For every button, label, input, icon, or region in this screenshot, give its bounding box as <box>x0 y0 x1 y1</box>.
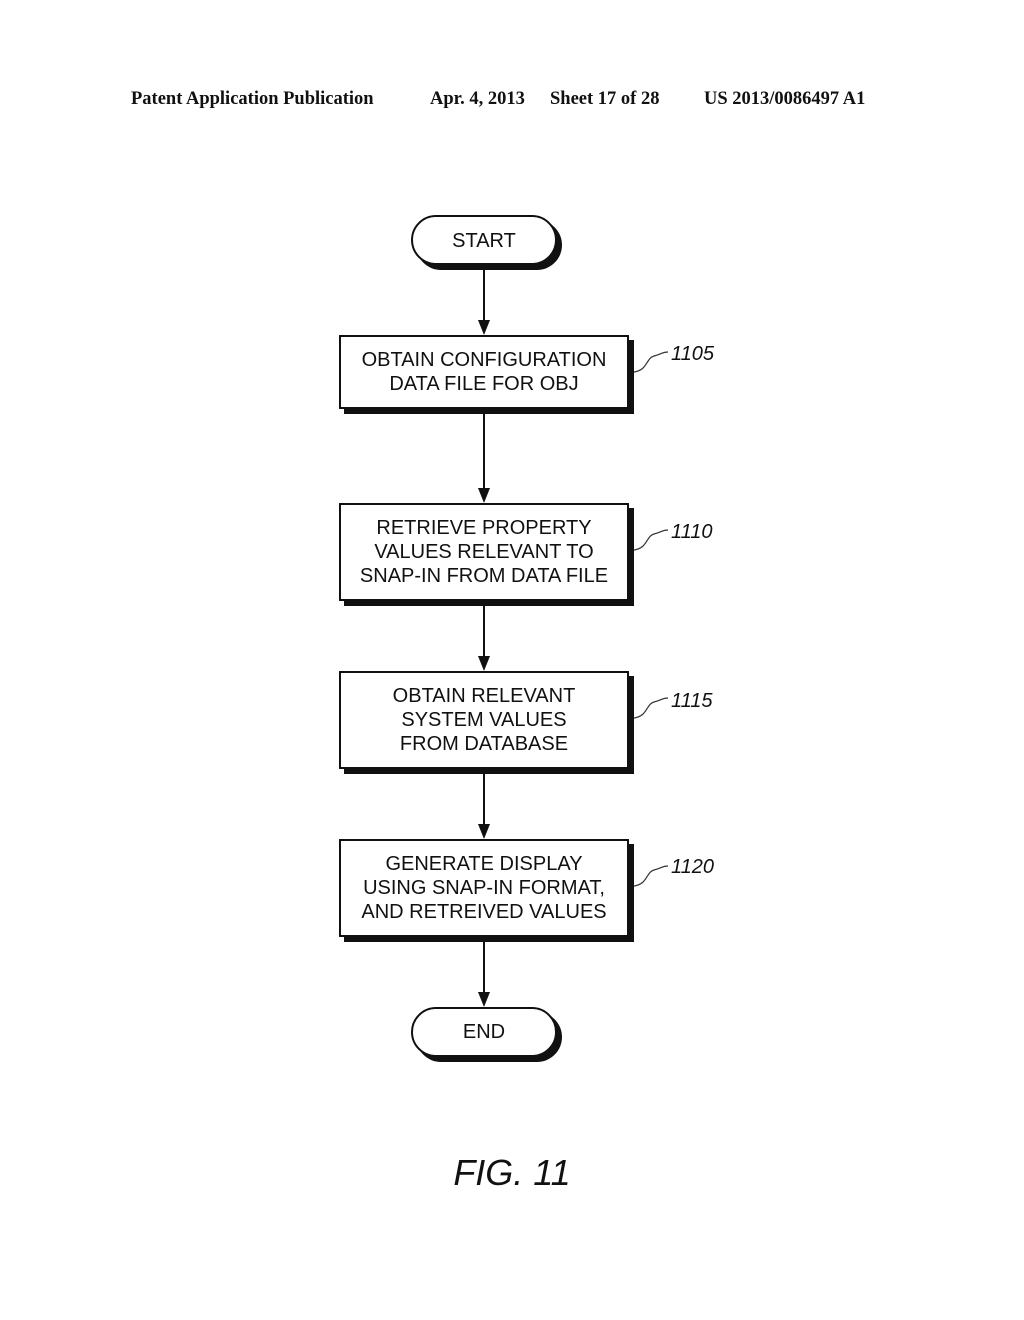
step-line: FROM DATABASE <box>399 733 569 755</box>
ref-numeral-1115: 1115 <box>671 690 713 712</box>
arrow-1110-to-1115 <box>478 601 490 671</box>
arrow-1105-to-1110 <box>478 409 490 503</box>
step-line: SYSTEM VALUES <box>401 709 567 731</box>
step-line: RETRIEVE PROPERTY <box>376 517 592 539</box>
step-line: OBTAIN CONFIGURATION <box>361 349 607 371</box>
flowchart-diagram <box>339 215 669 1062</box>
step-line: SNAP-IN FROM DATA FILE <box>359 565 609 587</box>
step-text-1105: OBTAIN CONFIGURATION DATA FILE FOR OBJ <box>340 348 628 396</box>
step-line: GENERATE DISPLAY <box>385 853 583 875</box>
step-text-1115: OBTAIN RELEVANT SYSTEM VALUES FROM DATAB… <box>340 684 628 756</box>
figure-label: FIG. 11 <box>453 1152 571 1193</box>
arrow-start-to-1105 <box>478 265 490 335</box>
leader-line-1115 <box>633 697 669 719</box>
leader-line-1120 <box>633 865 669 887</box>
arrow-1115-to-1120 <box>478 769 490 839</box>
step-line: OBTAIN RELEVANT <box>392 685 576 707</box>
ref-numeral-1105: 1105 <box>671 343 715 365</box>
leader-line-1110 <box>633 529 669 551</box>
end-label: END <box>462 1021 506 1043</box>
arrow-1120-to-end <box>478 937 490 1007</box>
start-label: START <box>452 230 516 252</box>
step-line: USING SNAP-IN FORMAT, <box>363 877 605 899</box>
step-line: AND RETREIVED VALUES <box>361 901 607 923</box>
ref-numeral-1120: 1120 <box>671 856 715 878</box>
step-line: VALUES RELEVANT TO <box>374 541 594 563</box>
step-text-1120: GENERATE DISPLAY USING SNAP-IN FORMAT, A… <box>340 852 628 924</box>
step-line: DATA FILE FOR OBJ <box>389 373 579 395</box>
leader-line-1105 <box>633 351 669 373</box>
ref-numeral-1110: 1110 <box>671 521 713 543</box>
step-text-1110: RETRIEVE PROPERTY VALUES RELEVANT TO SNA… <box>340 516 628 588</box>
